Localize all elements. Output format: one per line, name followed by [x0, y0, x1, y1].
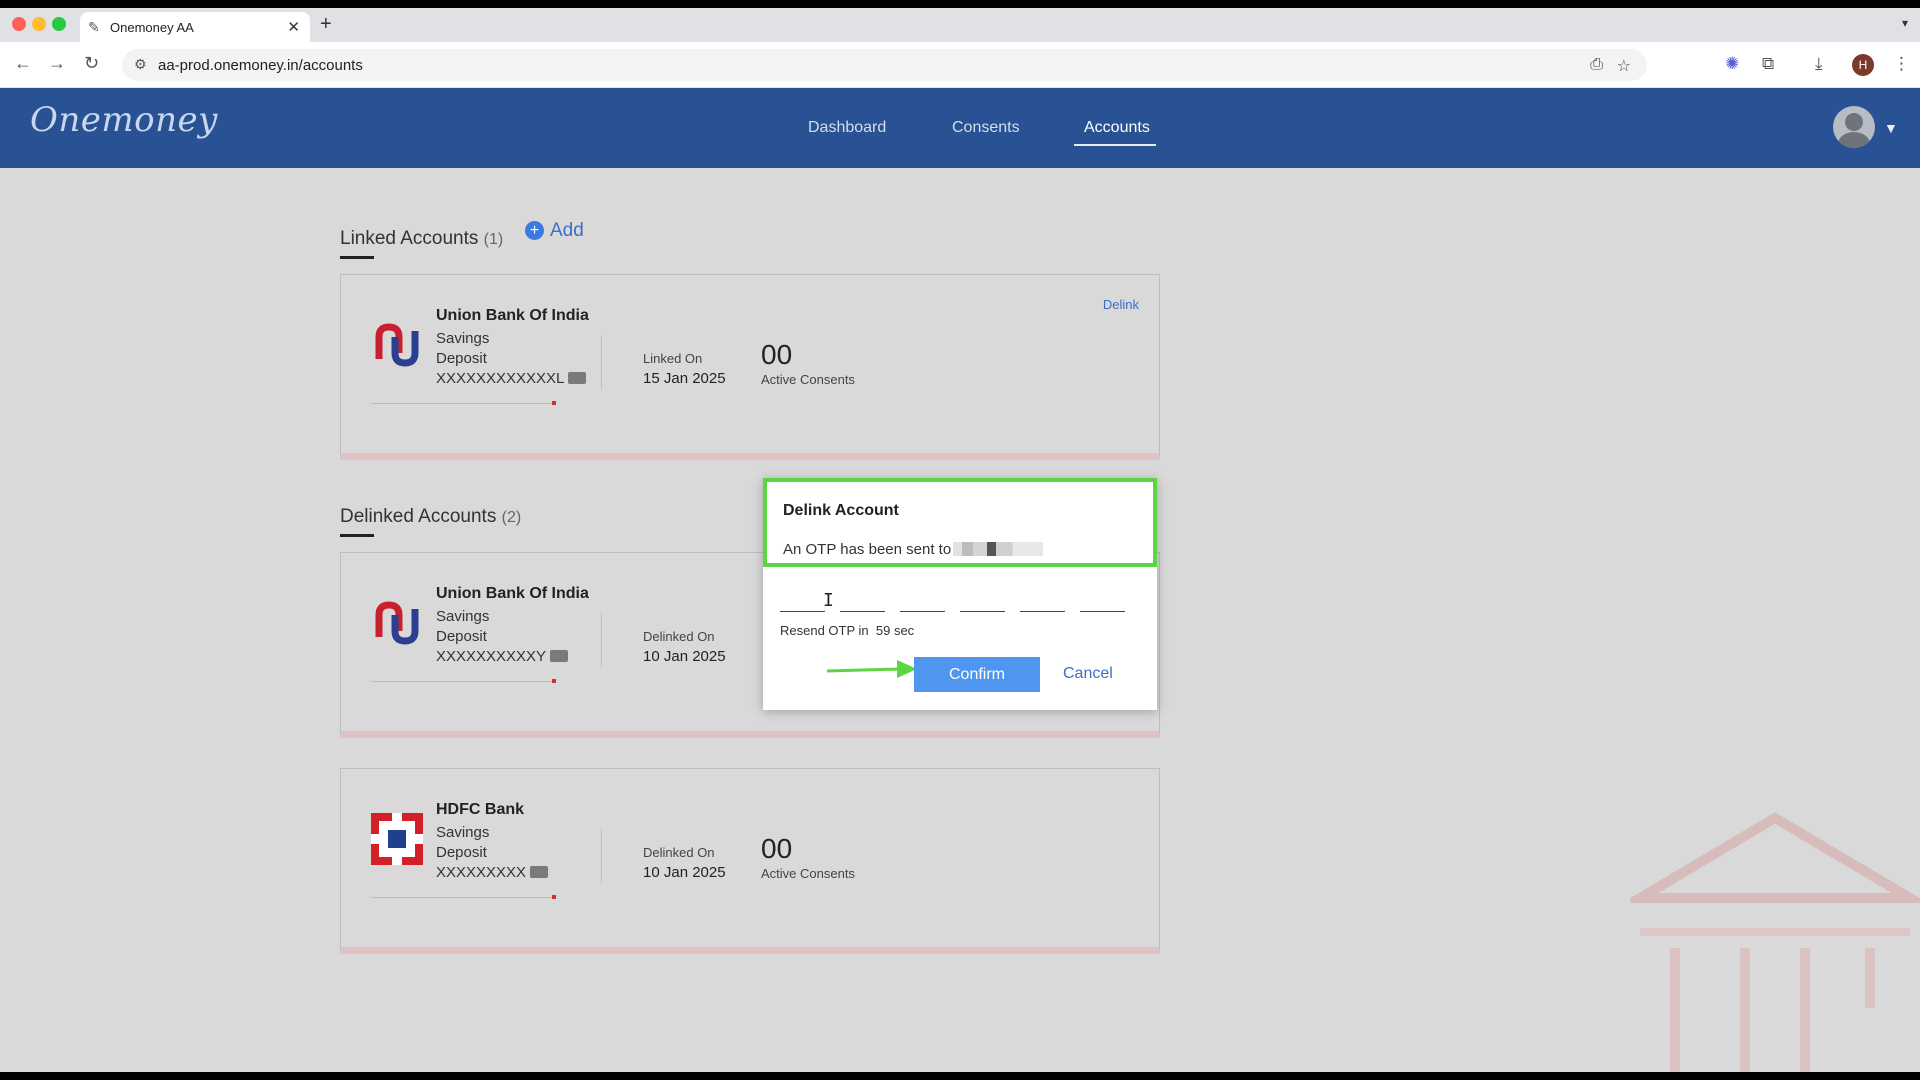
text-cursor-icon: I	[823, 590, 834, 611]
reload-icon[interactable]: ↻	[84, 53, 99, 74]
linked-on-label: Linked On	[643, 351, 703, 366]
puzzle-icon[interactable]: ⧉	[1762, 54, 1774, 74]
masked-account-number: XXXXXXXXXXY	[436, 648, 569, 665]
vertical-divider	[601, 829, 602, 883]
masked-account-number: XXXXXXXXX	[436, 864, 549, 881]
bank-building-watermark-icon	[1630, 812, 1920, 1072]
delinked-on-label: Delinked On	[643, 629, 715, 644]
forward-arrow-icon[interactable]: →	[48, 53, 66, 74]
plus-circle-icon: +	[525, 221, 544, 240]
back-arrow-icon[interactable]: ←	[14, 53, 32, 74]
account-type: Savings	[436, 608, 490, 625]
bank-name: HDFC Bank	[436, 801, 525, 818]
otp-digit-2[interactable]	[840, 590, 885, 612]
extension-icon[interactable]: ✺	[1725, 54, 1739, 74]
active-consents-label: Active Consents	[761, 372, 855, 387]
onemoney-favicon-icon: ✎	[88, 19, 100, 35]
delinked-account-card: HDFC Bank Savings Deposit XXXXXXXXX Deli…	[340, 768, 1160, 954]
cancel-button[interactable]: Cancel	[1063, 665, 1113, 683]
add-account-button[interactable]: + Add	[525, 220, 584, 242]
user-menu-caret-icon[interactable]: ▼	[1884, 120, 1898, 136]
install-app-icon[interactable]: ⎙	[1590, 56, 1603, 74]
download-icon[interactable]: ⤓	[1815, 54, 1823, 74]
modal-header-highlight: Delink Account An OTP has been sent to	[763, 478, 1157, 567]
bookmark-star-icon[interactable]: ☆	[1617, 56, 1631, 76]
otp-digit-4[interactable]	[960, 590, 1005, 612]
otp-digit-3[interactable]	[900, 590, 945, 612]
minimize-window-button[interactable]	[32, 17, 46, 31]
nav-dashboard[interactable]: Dashboard	[808, 119, 886, 137]
delinked-accounts-title: Delinked Accounts (2)	[340, 506, 522, 527]
account-category: Deposit	[436, 350, 487, 367]
masked-account-number: XXXXXXXXXXXXL	[436, 370, 587, 387]
new-tab-button[interactable]: +	[320, 13, 332, 36]
union-bank-logo-icon	[375, 601, 419, 645]
card-divider-dot	[552, 401, 556, 405]
resend-otp-timer: Resend OTP in 59 sec	[780, 623, 915, 638]
browser-window: ✎ Onemoney AA ✕ + ▾ ← → ↻ ⚙ aa-prod.onem…	[0, 8, 1920, 1072]
otp-input-row	[780, 590, 1140, 612]
account-category: Deposit	[436, 628, 487, 645]
close-window-button[interactable]	[12, 17, 26, 31]
bank-name: Union Bank Of India	[436, 307, 589, 324]
card-divider	[371, 681, 556, 682]
onemoney-logo[interactable]: Onemoney	[30, 100, 218, 140]
card-divider	[371, 403, 556, 404]
otp-digit-1[interactable]	[780, 590, 825, 612]
tab-bar: ✎ Onemoney AA ✕ + ▾	[0, 8, 1920, 42]
redacted-phone	[953, 542, 1044, 556]
kebab-menu-icon[interactable]: ⋮	[1893, 54, 1910, 74]
address-bar[interactable]: ⚙ aa-prod.onemoney.in/accounts ⎙ ☆	[122, 49, 1647, 81]
nav-accounts[interactable]: Accounts	[1084, 119, 1150, 137]
card-divider	[371, 897, 556, 898]
nav-consents[interactable]: Consents	[952, 119, 1020, 137]
delink-link[interactable]: Delink	[1103, 297, 1139, 312]
site-settings-icon[interactable]: ⚙	[134, 56, 147, 73]
active-consents-count: 00	[761, 833, 793, 864]
confirm-button[interactable]: Confirm	[914, 657, 1040, 692]
union-bank-logo-icon	[375, 323, 419, 367]
green-arrow-annotation-icon	[826, 660, 917, 678]
account-category: Deposit	[436, 844, 487, 861]
active-nav-indicator	[1074, 144, 1156, 146]
linked-accounts-title: Linked Accounts (1)	[340, 228, 504, 249]
modal-title: Delink Account	[783, 502, 899, 519]
otp-digit-6[interactable]	[1080, 590, 1125, 612]
active-consents-label: Active Consents	[761, 866, 855, 881]
linked-on-date: 15 Jan 2025	[643, 370, 726, 387]
otp-digit-5[interactable]	[1020, 590, 1065, 612]
browser-tab-active[interactable]: ✎ Onemoney AA ✕	[80, 12, 310, 42]
active-consents-count: 00	[761, 339, 793, 370]
vertical-divider	[601, 613, 602, 667]
maximize-window-button[interactable]	[52, 17, 66, 31]
delinked-accounts-underline	[340, 534, 374, 537]
app-header: Onemoney Dashboard Consents Accounts ▼	[0, 88, 1920, 168]
screen-bottom-edge	[0, 1072, 1920, 1080]
otp-sent-message: An OTP has been sent to	[783, 541, 1044, 558]
tab-search-chevron-icon[interactable]: ▾	[1902, 16, 1908, 30]
account-type: Savings	[436, 330, 490, 347]
card-divider-dot	[552, 895, 556, 899]
delinked-on-label: Delinked On	[643, 845, 715, 860]
linked-accounts-underline	[340, 256, 374, 259]
tab-title: Onemoney AA	[110, 20, 194, 35]
delink-account-modal: Delink Account An OTP has been sent to I…	[763, 478, 1157, 710]
hdfc-bank-logo-icon	[371, 813, 423, 865]
bank-name: Union Bank Of India	[436, 585, 589, 602]
delinked-on-date: 10 Jan 2025	[643, 648, 726, 665]
delinked-on-date: 10 Jan 2025	[643, 864, 726, 881]
browser-toolbar: ← → ↻ ⚙ aa-prod.onemoney.in/accounts ⎙ ☆…	[0, 42, 1920, 88]
profile-avatar[interactable]: H	[1852, 54, 1874, 76]
vertical-divider	[601, 335, 602, 389]
linked-account-card: Union Bank Of India Savings Deposit XXXX…	[340, 274, 1160, 460]
account-type: Savings	[436, 824, 490, 841]
card-divider-dot	[552, 679, 556, 683]
url-text[interactable]: aa-prod.onemoney.in/accounts	[158, 57, 363, 74]
user-avatar-icon[interactable]	[1833, 106, 1875, 148]
tab-close-icon[interactable]: ✕	[287, 18, 300, 36]
